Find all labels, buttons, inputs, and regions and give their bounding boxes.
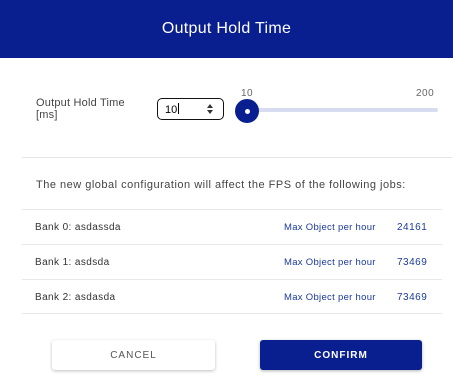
dialog-header: Output Hold Time [0,0,453,58]
slider-thumb-dot [244,108,250,114]
list-item: Bank 1: asdsda Max Object per hour 73469 [22,244,442,279]
job-metric-value: 73469 [397,257,428,268]
job-metric-label: Max Object per hour [284,292,376,303]
job-name: Bank 0: asdassda [35,222,121,233]
list-item: Bank 0: asdassda Max Object per hour 241… [22,209,442,244]
job-name: Bank 2: asdasda [35,292,116,303]
output-hold-time-setting: Output Hold Time [ms] 10 10 200 [0,85,453,135]
slider-min-label: 10 [241,88,254,99]
job-metric-label: Max Object per hour [284,222,376,233]
job-name: Bank 1: asdsda [35,257,110,268]
confirm-button[interactable]: CONFIRM [260,340,422,370]
dialog-title: Output Hold Time [161,20,292,37]
job-metric-value: 73469 [397,292,428,303]
number-spinner[interactable] [207,102,215,116]
job-metric-value: 24161 [397,222,428,233]
spin-up-icon[interactable] [207,104,213,108]
list-item: Bank 2: asdasda Max Object per hour 7346… [22,279,442,314]
slider-thumb[interactable] [235,99,259,123]
spin-down-icon[interactable] [207,110,213,114]
output-hold-time-label: Output Hold Time [ms] [36,97,125,121]
output-hold-time-input[interactable]: 10 [157,98,224,120]
jobs-list: Bank 0: asdassda Max Object per hour 241… [22,209,442,314]
slider-track[interactable] [246,108,438,112]
text-cursor [178,103,180,114]
slider-max-label: 200 [416,88,435,99]
job-metric-label: Max Object per hour [284,257,376,268]
section-divider [22,157,452,158]
info-message: The new global configuration will affect… [36,179,406,191]
input-value: 10 [165,104,178,116]
cancel-button[interactable]: CANCEL [52,340,215,370]
